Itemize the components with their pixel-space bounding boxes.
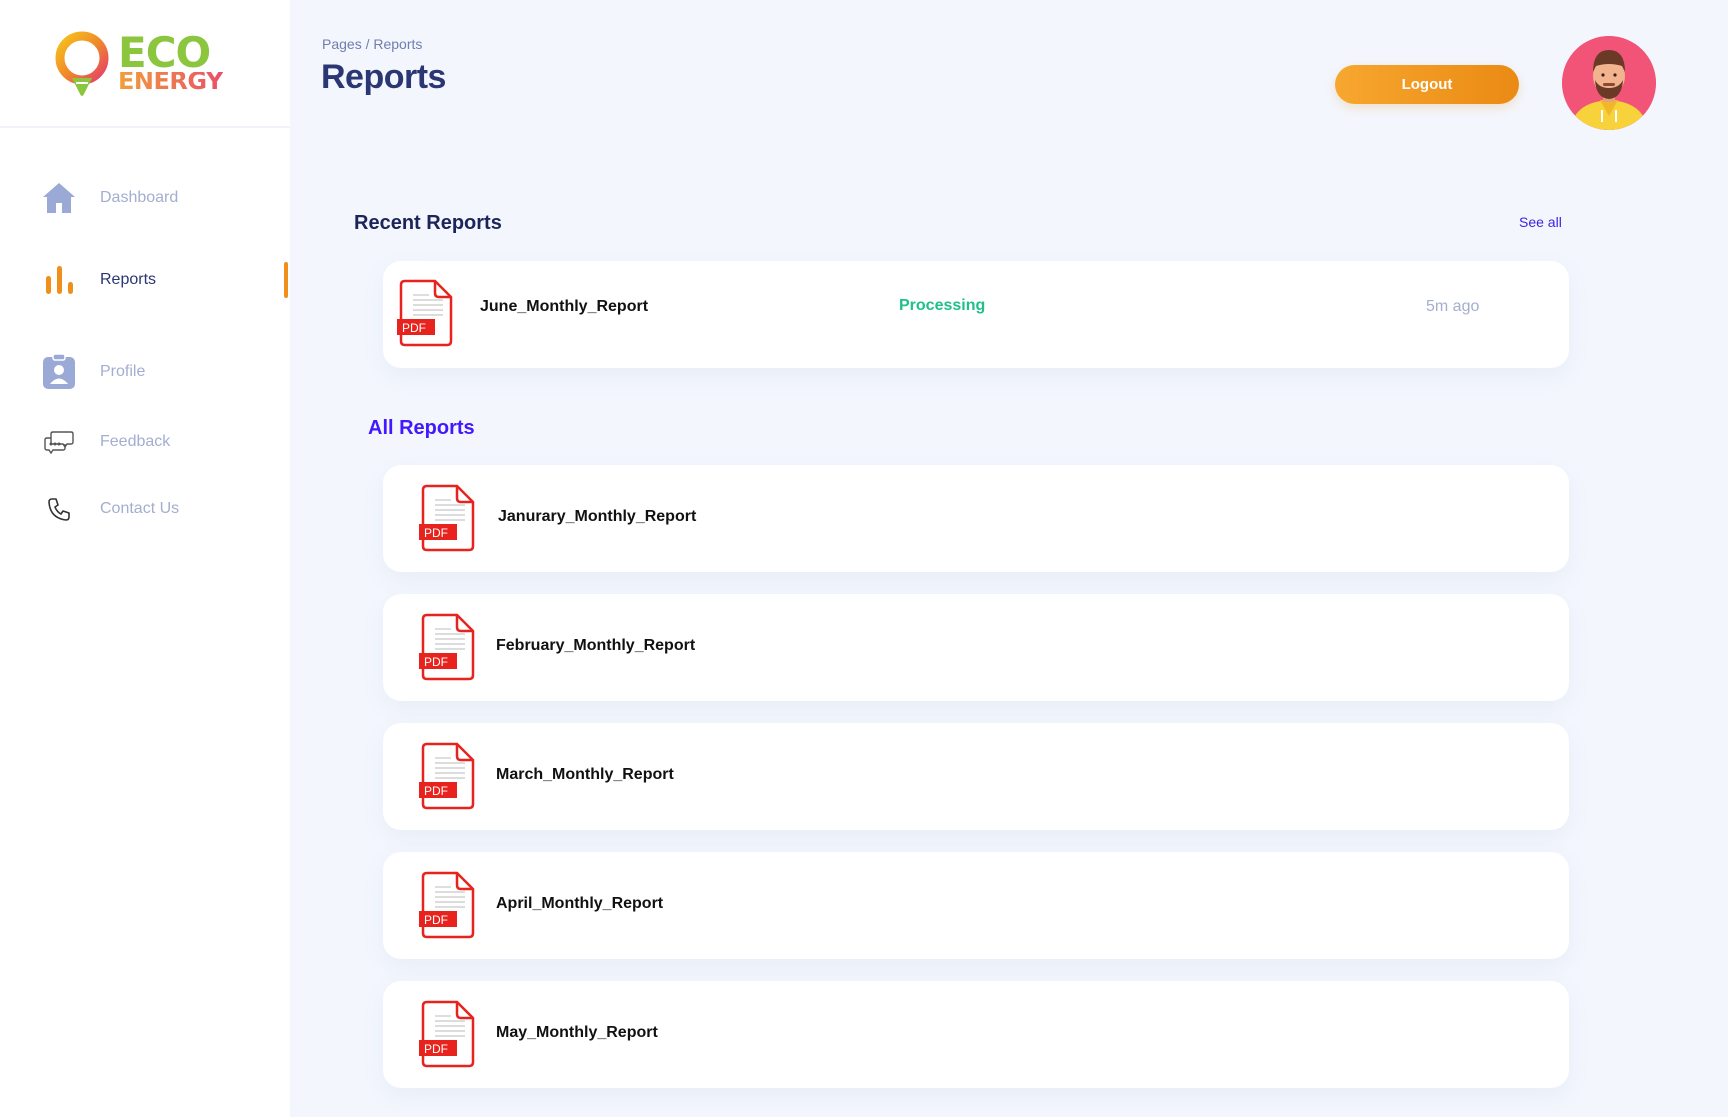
- all-reports-title: All Reports: [368, 417, 475, 439]
- home-icon: [40, 179, 78, 217]
- avatar[interactable]: [1562, 36, 1656, 130]
- sidebar-item-label: Reports: [100, 271, 157, 288]
- see-all-link[interactable]: See all: [1519, 214, 1562, 230]
- breadcrumb: Pages / Reports: [322, 36, 423, 52]
- sidebar-item-dashboard[interactable]: Dashboard: [40, 176, 290, 220]
- pdf-file-icon: PDF: [419, 484, 475, 552]
- active-indicator: [284, 262, 288, 298]
- logo[interactable]: ECO ENERGY: [0, 0, 290, 128]
- phone-icon: [40, 490, 78, 528]
- pdf-badge-label: PDF: [402, 321, 426, 335]
- pdf-badge-label: PDF: [424, 655, 448, 669]
- report-card[interactable]: PDF May_Monthly_Report: [383, 981, 1569, 1088]
- pdf-file-icon: PDF: [419, 613, 475, 681]
- id-badge-icon: [40, 353, 78, 391]
- pdf-badge-label: PDF: [424, 1042, 448, 1056]
- report-name: June_Monthly_Report: [480, 298, 649, 315]
- pdf-file-icon: PDF: [419, 1000, 475, 1068]
- bulb-logo-icon: [55, 31, 109, 96]
- report-card[interactable]: PDF February_Monthly_Report: [383, 594, 1569, 701]
- sidebar-item-label: Dashboard: [100, 189, 179, 206]
- report-name: Janurary_Monthly_Report: [498, 508, 697, 525]
- brand-name-top: ECO: [118, 28, 211, 77]
- report-card[interactable]: PDF Janurary_Monthly_Report: [383, 465, 1569, 572]
- sidebar-item-profile[interactable]: Profile: [40, 350, 290, 394]
- pdf-badge-label: PDF: [424, 526, 448, 540]
- sidebar-item-label: Contact Us: [100, 500, 180, 517]
- sidebar-item-feedback[interactable]: Feedback: [40, 420, 290, 464]
- report-name: February_Monthly_Report: [496, 637, 696, 654]
- recent-report-card[interactable]: PDF June_Monthly_Report Processing 5m ag…: [383, 261, 1569, 368]
- sidebar-item-contact-us[interactable]: Contact Us: [40, 487, 290, 531]
- report-card[interactable]: PDF April_Monthly_Report: [383, 852, 1569, 959]
- pdf-file-icon: PDF: [419, 742, 475, 810]
- sidebar: ECO ENERGY Dashboard Reports Profile Fee…: [0, 0, 290, 1117]
- report-card[interactable]: PDF March_Monthly_Report: [383, 723, 1569, 830]
- pdf-file-icon: PDF: [419, 871, 475, 939]
- status-badge: Processing: [899, 297, 986, 314]
- sidebar-item-reports[interactable]: Reports: [40, 258, 290, 302]
- brand-name: ECO ENERGY: [118, 28, 223, 96]
- report-name: March_Monthly_Report: [496, 766, 674, 783]
- sidebar-item-label: Feedback: [100, 433, 171, 450]
- bar-chart-icon: [40, 261, 78, 299]
- report-name: May_Monthly_Report: [496, 1024, 658, 1041]
- sidebar-item-label: Profile: [100, 363, 146, 380]
- report-name: April_Monthly_Report: [496, 895, 664, 912]
- chat-bubbles-icon: [40, 423, 78, 461]
- pdf-badge-label: PDF: [424, 784, 448, 798]
- pdf-badge-label: PDF: [424, 913, 448, 927]
- page-title: Reports: [321, 58, 446, 96]
- timestamp: 5m ago: [1426, 298, 1480, 315]
- user-avatar-icon: [1562, 36, 1656, 130]
- recent-reports-title: Recent Reports: [354, 212, 502, 234]
- logout-button[interactable]: Logout: [1335, 65, 1519, 104]
- pdf-file-icon: PDF: [397, 279, 453, 347]
- brand-name-bottom: ENERGY: [118, 67, 223, 96]
